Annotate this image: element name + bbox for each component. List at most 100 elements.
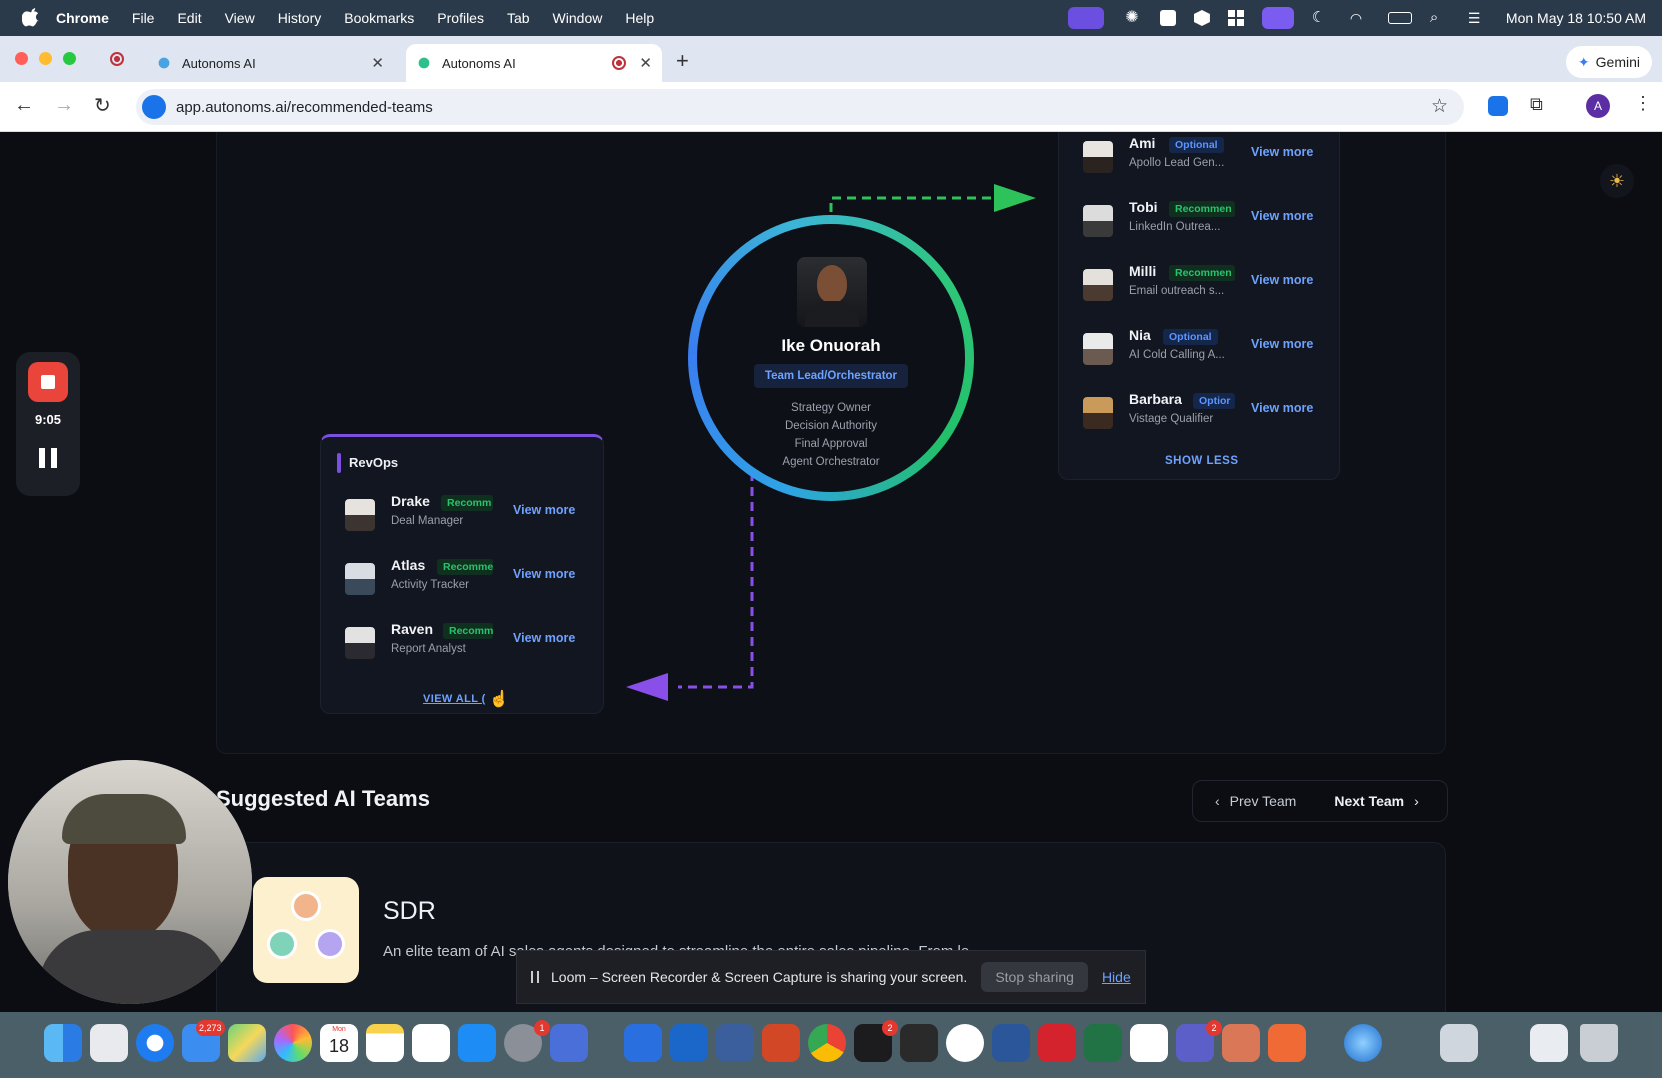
windows-app-icon[interactable] — [624, 1024, 662, 1062]
view-more-link[interactable]: View more — [513, 631, 575, 645]
back-arrow-icon[interactable]: ← — [14, 94, 34, 117]
view-more-link[interactable]: View more — [1251, 401, 1313, 415]
menu-window[interactable]: Window — [553, 10, 603, 26]
maps-icon[interactable] — [228, 1024, 266, 1062]
window-zoom-button[interactable] — [63, 52, 76, 65]
chevron-left-icon[interactable]: ‹ — [1215, 793, 1220, 809]
calendar-icon[interactable]: Mon 18 — [320, 1024, 358, 1062]
tab-2-close-icon[interactable]: ✕ — [639, 54, 652, 72]
menubar-clock[interactable]: Mon May 18 10:50 AM — [1506, 10, 1646, 26]
loom-pause-icon[interactable] — [39, 448, 57, 468]
extension-icon[interactable] — [1488, 96, 1508, 116]
prev-team-button[interactable]: Prev Team — [1230, 793, 1297, 809]
tab-1-close-icon[interactable]: ✕ — [371, 54, 384, 72]
launchpad-icon[interactable] — [90, 1024, 128, 1062]
member-avatar[interactable] — [1083, 269, 1113, 301]
freeform-icon[interactable] — [412, 1024, 450, 1062]
signal-icon[interactable] — [946, 1024, 984, 1062]
app-store-icon[interactable] — [458, 1024, 496, 1062]
screen-sharing-icon[interactable] — [716, 1024, 754, 1062]
tab-recording-icon[interactable] — [110, 52, 124, 66]
downloads-folder-icon[interactable] — [1440, 1024, 1478, 1062]
chrome-menu-icon[interactable]: ⋮ — [1634, 93, 1652, 114]
loom-stop-record-button[interactable] — [28, 362, 68, 402]
focus-moon-icon[interactable]: ☾ — [1312, 10, 1332, 26]
spotlight-search-icon[interactable]: ⌕ — [1430, 10, 1450, 26]
address-bar[interactable]: app.autonoms.ai/recommended-teams ☆ — [136, 89, 1464, 125]
menu-history[interactable]: History — [278, 10, 322, 26]
safari-icon[interactable] — [136, 1024, 174, 1062]
browser-tab-2[interactable]: Autonoms AI ✕ — [406, 44, 662, 82]
bookmark-star-icon[interactable]: ☆ — [1431, 95, 1448, 118]
claude-status-icon[interactable]: ✺ — [1122, 10, 1142, 26]
menu-app-name[interactable]: Chrome — [56, 10, 109, 26]
excel-icon[interactable] — [1084, 1024, 1122, 1062]
wifi-icon[interactable]: ◠ — [1350, 10, 1370, 26]
menu-tab[interactable]: Tab — [507, 10, 530, 26]
member-avatar[interactable] — [345, 563, 375, 595]
browser-tab-1[interactable]: Autonoms AI ✕ — [146, 44, 394, 82]
view-more-link[interactable]: View more — [1251, 337, 1313, 351]
documents-folder-icon[interactable] — [1530, 1024, 1568, 1062]
chevron-right-icon[interactable]: › — [1414, 793, 1419, 809]
windows-status-icon[interactable] — [1227, 10, 1244, 26]
hide-share-bar-link[interactable]: Hide — [1102, 969, 1131, 985]
sketch-icon[interactable] — [1268, 1024, 1306, 1062]
acrobat-icon[interactable] — [1038, 1024, 1076, 1062]
menu-help[interactable]: Help — [625, 10, 654, 26]
view-all-link[interactable]: VIEW ALL ( — [423, 693, 486, 705]
unity-icon[interactable] — [900, 1024, 938, 1062]
menu-bookmarks[interactable]: Bookmarks — [344, 10, 414, 26]
next-team-button[interactable]: Next Team — [1334, 793, 1404, 809]
site-info-icon[interactable] — [142, 95, 166, 119]
view-more-link[interactable]: View more — [513, 567, 575, 581]
view-more-link[interactable]: View more — [513, 503, 575, 517]
lead-avatar[interactable] — [797, 257, 867, 327]
menu-profiles[interactable]: Profiles — [437, 10, 484, 26]
show-less-button[interactable]: SHOW LESS — [1165, 455, 1239, 467]
window-close-button[interactable] — [15, 52, 28, 65]
loom-status-icon[interactable] — [1067, 7, 1104, 29]
box-status-icon[interactable] — [1193, 10, 1210, 26]
photos-icon[interactable] — [274, 1024, 312, 1062]
view-more-link[interactable]: View more — [1251, 273, 1313, 287]
slack-icon[interactable] — [1130, 1024, 1168, 1062]
chrome-icon[interactable] — [808, 1024, 846, 1062]
loom-webcam-bubble[interactable] — [8, 760, 252, 1004]
word-icon[interactable] — [992, 1024, 1030, 1062]
notes-icon[interactable] — [366, 1024, 404, 1062]
member-avatar[interactable] — [345, 499, 375, 531]
stop-sharing-button[interactable]: Stop sharing — [981, 962, 1088, 992]
new-tab-plus-icon[interactable]: + — [676, 48, 689, 74]
forward-arrow-icon[interactable]: → — [54, 94, 74, 117]
simulator-icon[interactable] — [550, 1024, 588, 1062]
screen-mirror-icon[interactable] — [1261, 7, 1294, 29]
reload-icon[interactable]: ↻ — [94, 93, 111, 118]
profile-avatar[interactable]: A — [1586, 94, 1610, 118]
outlook-icon[interactable] — [670, 1024, 708, 1062]
globe-icon[interactable] — [1344, 1024, 1382, 1062]
extensions-puzzle-icon[interactable]: ⧉ — [1530, 94, 1543, 115]
member-avatar[interactable] — [1083, 333, 1113, 365]
tab-1-title: Autonoms AI — [182, 55, 256, 71]
member-avatar[interactable] — [1083, 397, 1113, 429]
battery-icon[interactable] — [1387, 12, 1412, 24]
member-avatar[interactable] — [1083, 141, 1113, 173]
menu-file[interactable]: File — [132, 10, 155, 26]
claude-icon[interactable] — [1222, 1024, 1260, 1062]
menu-view[interactable]: View — [225, 10, 255, 26]
member-avatar[interactable] — [1083, 205, 1113, 237]
menu-edit[interactable]: Edit — [177, 10, 201, 26]
apple-logo-icon[interactable] — [22, 8, 42, 28]
teams-status-icon[interactable] — [1159, 10, 1176, 26]
view-more-link[interactable]: View more — [1251, 145, 1313, 159]
address-url[interactable]: app.autonoms.ai/recommended-teams — [176, 99, 433, 116]
view-more-link[interactable]: View more — [1251, 209, 1313, 223]
member-avatar[interactable] — [345, 627, 375, 659]
powerpoint-icon[interactable] — [762, 1024, 800, 1062]
control-center-icon[interactable]: ☰ — [1468, 10, 1488, 26]
finder-icon[interactable] — [44, 1024, 82, 1062]
trash-icon[interactable] — [1580, 1024, 1618, 1062]
gemini-button[interactable]: ✦ Gemini — [1565, 46, 1652, 78]
window-minimize-button[interactable] — [39, 52, 52, 65]
